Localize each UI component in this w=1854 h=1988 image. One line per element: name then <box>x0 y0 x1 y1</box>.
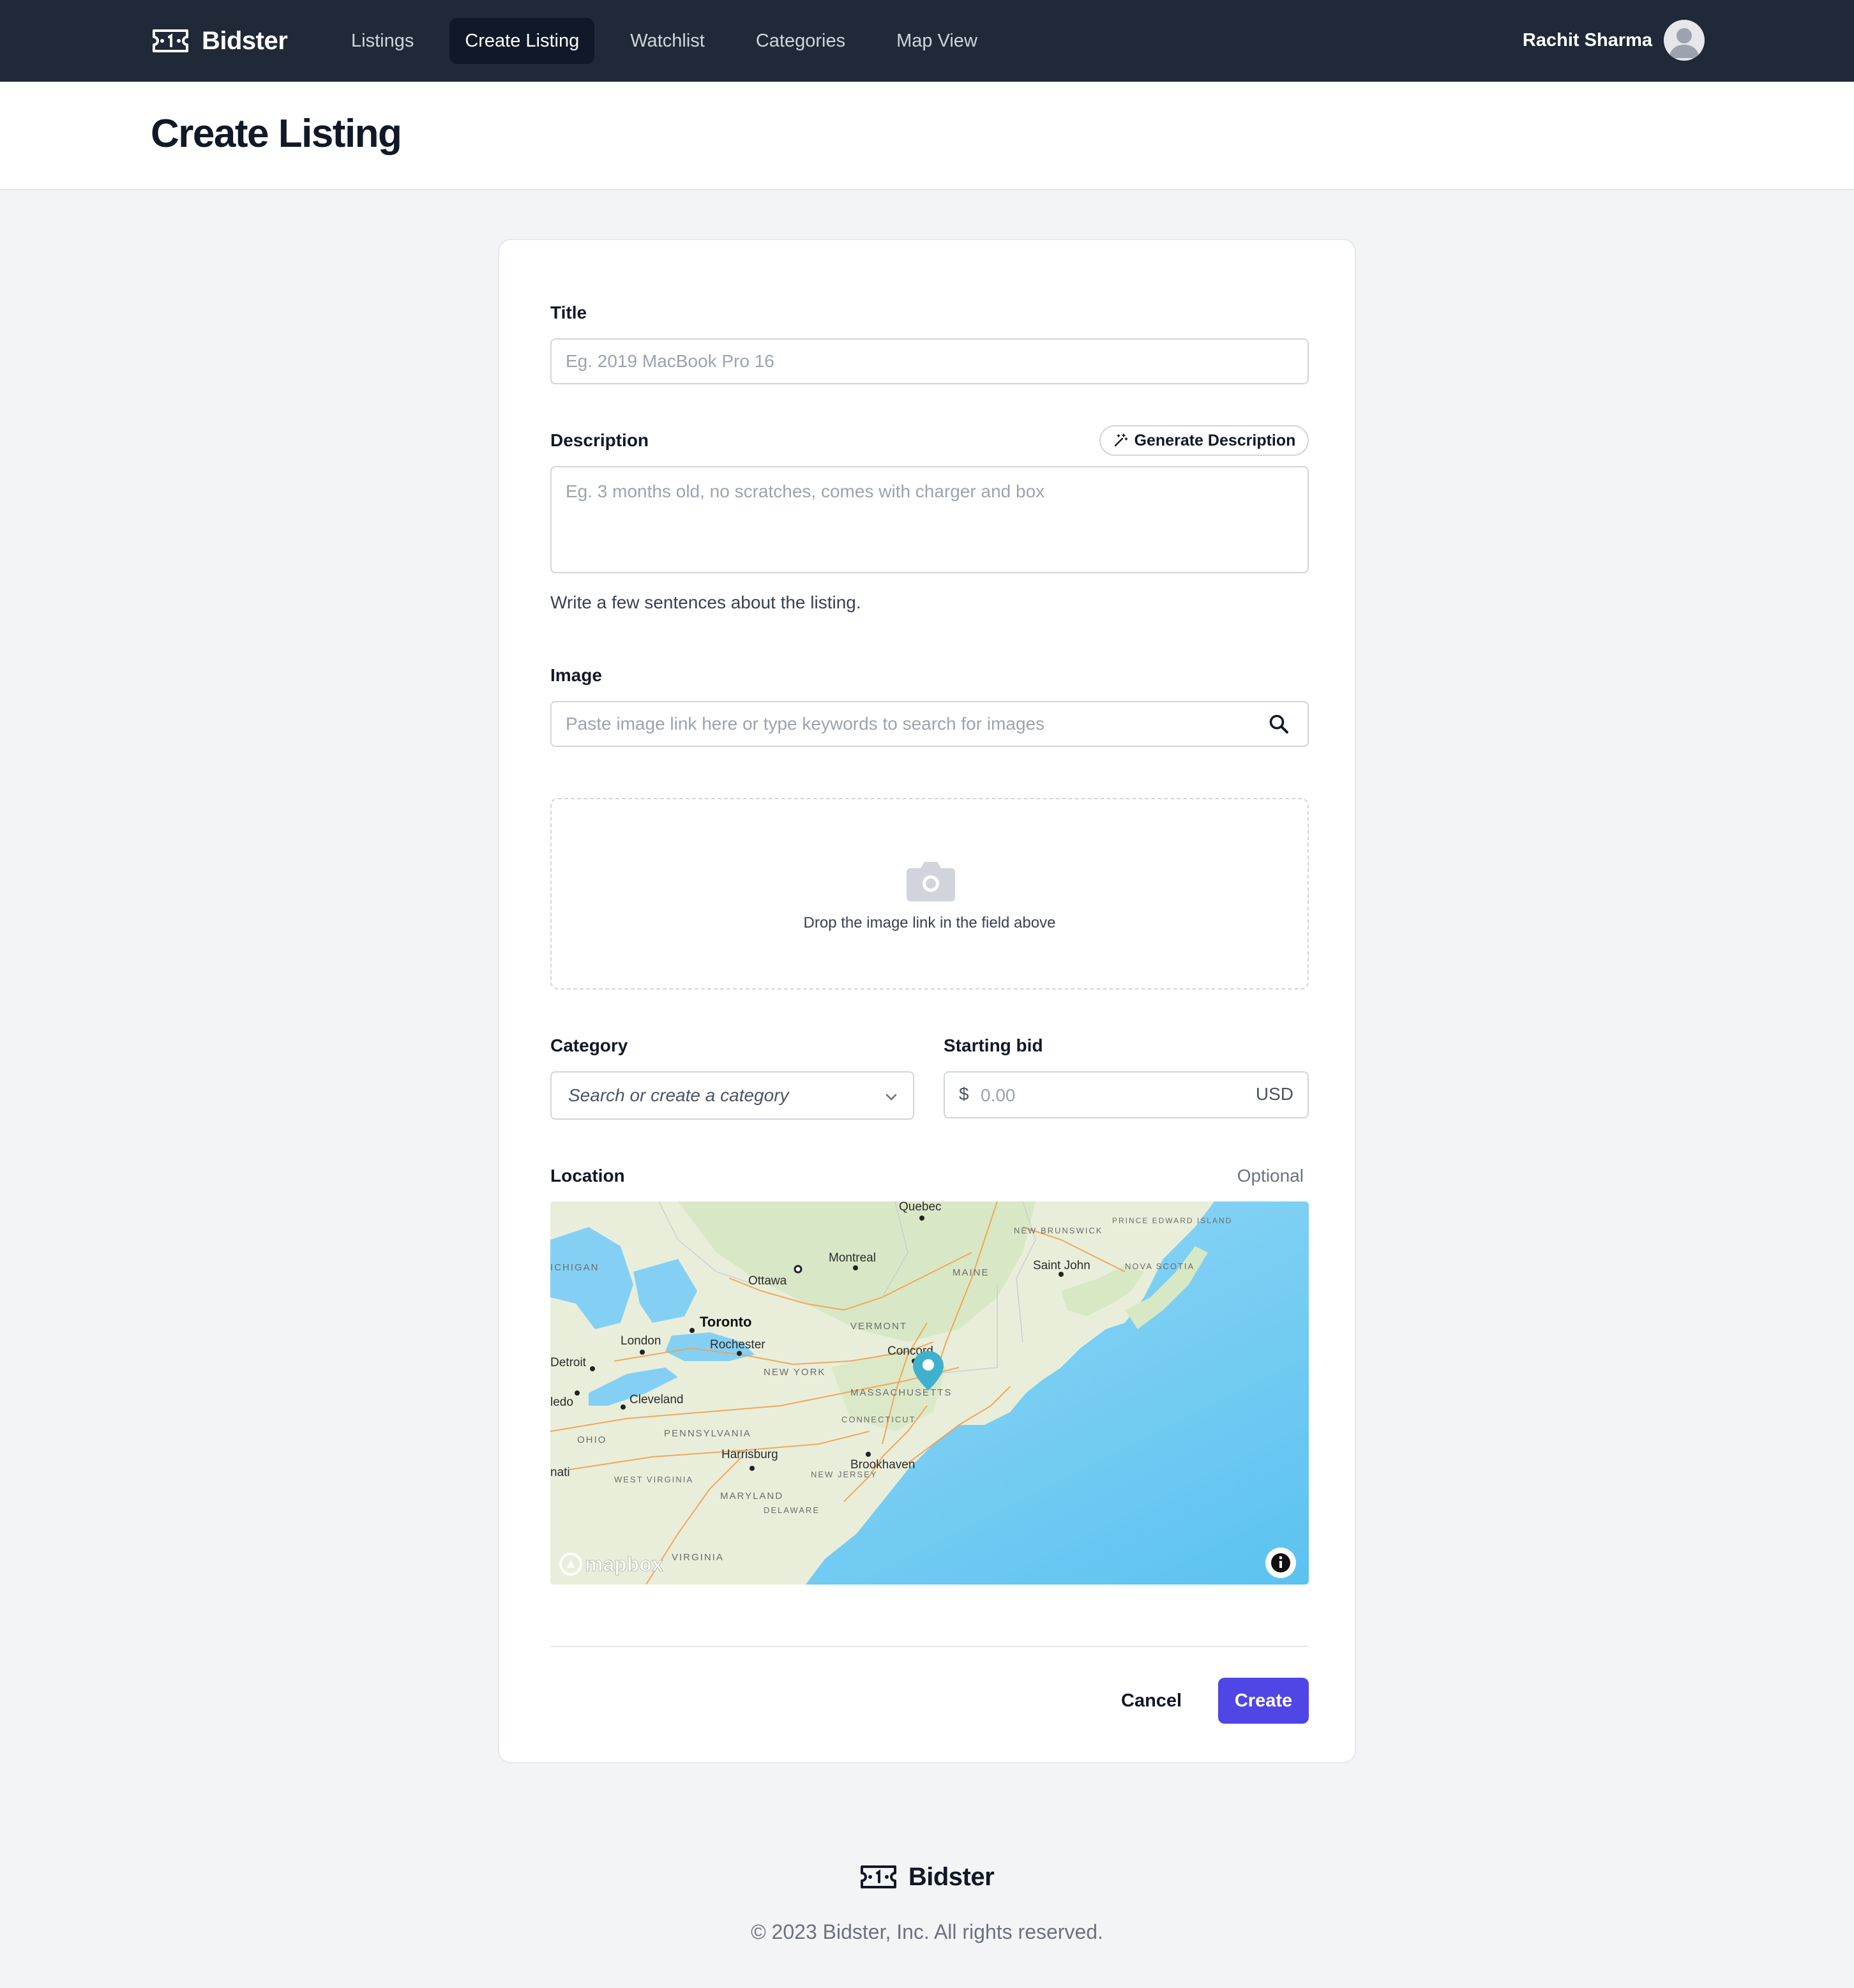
category-select[interactable]: Search or create a category <box>550 1071 914 1120</box>
map-label-vermont: VERMONT <box>850 1321 907 1332</box>
page-header: Create Listing <box>0 82 1854 190</box>
map-label-ohio: OHIO <box>577 1435 607 1445</box>
page-title: Create Listing <box>151 112 402 156</box>
cancel-button[interactable]: Cancel <box>1112 1678 1191 1724</box>
location-optional-hint: Optional <box>1237 1166 1304 1186</box>
map-label-pennsylvania: PENNSYLVANIA <box>664 1428 751 1439</box>
title-label: Title <box>550 303 587 322</box>
map-label-new-york: NEW YORK <box>764 1367 825 1378</box>
map-label-virginia: VIRGINIA <box>672 1552 724 1563</box>
ticket-icon <box>153 29 188 52</box>
map-label-maine: MAINE <box>953 1267 990 1278</box>
map-label-massachusetts: MASSACHUSETTS <box>850 1387 952 1398</box>
currency-unit: USD <box>1255 1084 1293 1104</box>
map-label-prince-edward: PRINCE EDWARD ISLAND <box>1112 1216 1232 1225</box>
map-label-connecticut: CONNECTICUT <box>841 1415 916 1424</box>
user-name: Rachit Sharma <box>1522 29 1652 50</box>
map-label-nova-scotia: NOVA SCOTIA <box>1125 1261 1195 1271</box>
map-label-michigan: ICHIGAN <box>550 1262 599 1273</box>
image-dropzone[interactable]: Drop the image link in the field above <box>550 798 1309 990</box>
create-listing-form: Title Description Generate Description W… <box>498 239 1356 1763</box>
image-url-input[interactable] <box>550 701 1251 747</box>
map-label-cleveland: Cleveland <box>629 1393 684 1406</box>
map-label-new-jersey: NEW JERSEY <box>811 1470 878 1479</box>
footer-brand: Bidster <box>0 1859 1854 1895</box>
form-divider <box>550 1646 1309 1647</box>
starting-bid-input[interactable] <box>979 1079 1225 1112</box>
user-menu[interactable]: Rachit Sharma <box>1523 19 1705 61</box>
magic-wand-icon <box>1114 433 1127 447</box>
nav-create-listing[interactable]: Create Listing <box>449 18 595 64</box>
chevron-down-icon <box>886 1094 897 1101</box>
nav-categories[interactable]: Categories <box>741 18 861 64</box>
image-label: Image <box>550 665 602 685</box>
brand-name: Bidster <box>202 26 288 55</box>
footer-brand-name: Bidster <box>908 1862 995 1891</box>
avatar[interactable] <box>1664 20 1705 61</box>
info-icon[interactable] <box>1265 1547 1296 1578</box>
mapbox-attribution: mapbox <box>585 1553 663 1576</box>
copyright-text: © 2023 Bidster, Inc. All rights reserved… <box>751 1920 1103 1943</box>
map-label-rochester: Rochester <box>710 1338 765 1352</box>
map-label-harrisburg: Harrisburg <box>721 1448 778 1461</box>
map-label-saint-john: Saint John <box>1033 1259 1090 1272</box>
starting-bid-field: $ USD <box>944 1071 1309 1118</box>
description-textarea[interactable] <box>550 466 1309 573</box>
currency-symbol: $ <box>959 1084 969 1104</box>
nav-listings[interactable]: Listings <box>336 18 429 64</box>
description-label: Description <box>550 430 649 450</box>
map-label-ottawa: Ottawa <box>748 1274 787 1288</box>
dropzone-text: Drop the image link in the field above <box>803 914 1056 931</box>
generate-description-button[interactable]: Generate Description <box>1099 425 1309 456</box>
map-label-quebec: Quebec <box>899 1201 942 1214</box>
user-avatar-icon <box>1669 28 1700 58</box>
map-label-maryland: MARYLAND <box>720 1491 783 1502</box>
ticket-icon <box>860 1865 896 1888</box>
map-label-cincinnati: nati <box>550 1466 570 1479</box>
map-label-toledo: ledo <box>550 1396 573 1409</box>
map-label-west-virginia: WEST VIRGINIA <box>614 1475 693 1484</box>
generate-description-label: Generate Description <box>1134 431 1296 449</box>
description-help-text: Write a few sentences about the listing. <box>550 592 861 612</box>
map-label-detroit: Detroit <box>550 1356 587 1369</box>
title-input[interactable] <box>550 338 1309 384</box>
map-label-new-brunswick: NEW BRUNSWICK <box>1014 1226 1103 1235</box>
main-nav: Listings Create Listing Watchlist Catego… <box>336 18 993 64</box>
location-map[interactable]: Quebec Montreal Ottawa Toronto London Ro… <box>550 1201 1309 1585</box>
brand-logo-link[interactable]: Bidster <box>152 23 288 59</box>
location-label: Location <box>550 1166 625 1186</box>
camera-icon <box>907 862 955 901</box>
image-search-button[interactable] <box>1250 701 1309 747</box>
map-label-toronto: Toronto <box>700 1314 751 1330</box>
nav-map-view[interactable]: Map View <box>881 18 993 64</box>
category-label: Category <box>550 1035 628 1055</box>
nav-watchlist[interactable]: Watchlist <box>615 18 720 64</box>
map-canvas: Quebec Montreal Ottawa Toronto London Ro… <box>550 1201 1309 1585</box>
map-label-delaware: DELAWARE <box>764 1505 820 1515</box>
category-placeholder: Search or create a category <box>568 1085 789 1105</box>
search-icon <box>1269 714 1288 734</box>
create-button[interactable]: Create <box>1218 1678 1309 1724</box>
starting-bid-label: Starting bid <box>944 1035 1043 1055</box>
map-label-montreal: Montreal <box>829 1251 876 1265</box>
top-navbar: Bidster Listings Create Listing Watchlis… <box>0 0 1854 82</box>
map-label-london: London <box>621 1334 661 1348</box>
